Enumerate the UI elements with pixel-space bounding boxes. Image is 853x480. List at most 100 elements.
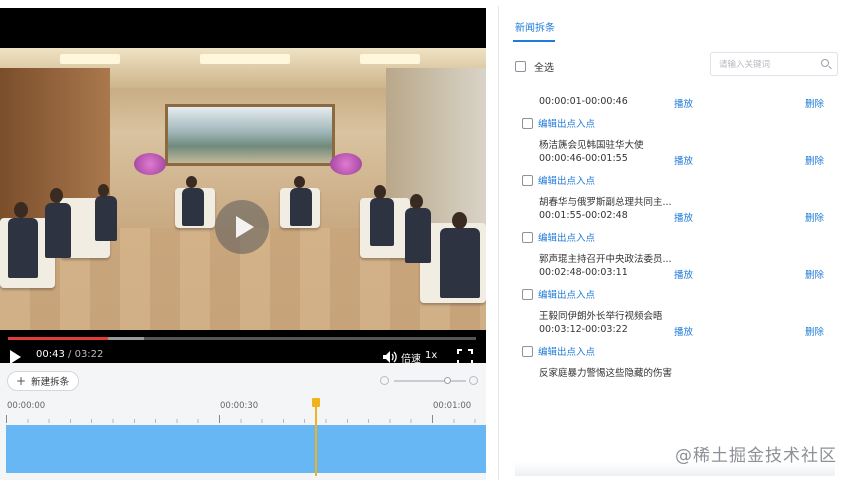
fullscreen-icon[interactable] <box>457 349 473 363</box>
clip-play-button[interactable]: 播放 <box>674 267 693 281</box>
clip-track[interactable] <box>6 425 486 473</box>
tick-label: 00:01:00 <box>433 401 472 411</box>
landscape-painting <box>165 104 335 166</box>
duration: 03:22 <box>74 349 104 360</box>
clip-delete-button[interactable]: 删除 <box>805 324 824 338</box>
clip-list: 00:00:01-00:00:46 播放 删除 编辑出点入点 杨洁篪会见韩国驻华… <box>499 94 851 399</box>
select-all-label: 全选 <box>534 63 554 74</box>
volume-icon[interactable] <box>382 350 398 363</box>
clip-checkbox[interactable] <box>522 231 533 243</box>
clip-edit-link[interactable]: 编辑出点入点 <box>538 287 595 301</box>
clip-delete-button[interactable]: 删除 <box>805 153 824 167</box>
minor-ticks <box>6 419 486 423</box>
clip-checkbox[interactable] <box>522 288 533 300</box>
timeline-panel: + 新建拆条 00:00:00 00:00:30 00:01:00 <box>0 363 486 480</box>
person-head <box>410 194 423 209</box>
person-head <box>294 176 305 188</box>
person-head <box>186 176 197 188</box>
active-tab-indicator <box>513 40 555 42</box>
person <box>182 188 204 226</box>
checkbox[interactable] <box>515 61 526 72</box>
new-clip-button[interactable]: + 新建拆条 <box>7 371 80 391</box>
person-head <box>452 212 467 229</box>
current-time: 00:43 <box>36 349 65 360</box>
tab-news-clips[interactable]: 新闻拆条 <box>515 19 555 34</box>
clip-title: 反家庭暴力警惕这些隐藏的伤害 <box>539 368 673 379</box>
zoom-track[interactable] <box>394 380 466 382</box>
person <box>8 218 38 278</box>
time-separator: / <box>68 349 72 360</box>
tick-label: 00:00:00 <box>7 401 46 411</box>
watermark: @稀土掘金技术社区 <box>675 446 837 466</box>
video-player[interactable]: 00:43 / 03:22 倍速 1x <box>0 8 486 363</box>
clip-title: 杨洁篪会见韩国驻华大使 <box>539 140 644 151</box>
ceiling-light <box>200 54 290 64</box>
clip-title: 胡春华与俄罗斯副总理共同主... <box>539 197 672 208</box>
flower-arrangement <box>134 153 166 175</box>
clip-checkbox[interactable] <box>522 117 533 129</box>
timeline-ruler[interactable]: 00:00:00 00:00:30 00:01:00 <box>0 399 486 423</box>
person <box>440 228 480 298</box>
person <box>405 208 431 263</box>
zoom-knob[interactable] <box>444 377 451 384</box>
clip-range: 00:01:55-00:02:48 <box>539 210 628 221</box>
playhead[interactable] <box>315 406 317 476</box>
person <box>370 198 394 246</box>
clip-edit-link[interactable]: 编辑出点入点 <box>538 173 595 187</box>
new-clip-label: 新建拆条 <box>31 377 70 388</box>
person <box>95 196 117 241</box>
select-all-checkbox[interactable]: 全选 <box>515 59 554 74</box>
editor-left-pane: 00:43 / 03:22 倍速 1x + 新建拆条 00:00:00 00:0… <box>0 0 486 480</box>
progress-played <box>8 337 108 340</box>
person-head <box>98 184 109 197</box>
clip-delete-button[interactable]: 删除 <box>805 210 824 224</box>
flower-arrangement <box>330 153 362 175</box>
major-tick <box>6 415 7 423</box>
player-controls: 00:43 / 03:22 倍速 1x <box>0 330 486 363</box>
major-tick <box>219 415 220 423</box>
clip-edit-row[interactable]: 编辑出点入点 <box>522 116 595 130</box>
clip-edit-row[interactable]: 编辑出点入点 <box>522 230 595 244</box>
clip-play-button[interactable]: 播放 <box>674 210 693 224</box>
zoom-out-icon[interactable] <box>380 376 389 385</box>
clip-title: 王毅同伊朗外长举行视频会晤 <box>539 311 663 322</box>
search-icon[interactable] <box>821 59 829 67</box>
person-head <box>374 185 386 199</box>
clip-checkbox[interactable] <box>522 345 533 357</box>
big-play-button[interactable] <box>215 200 269 254</box>
clip-edit-row[interactable]: 编辑出点入点 <box>522 173 595 187</box>
time-display: 00:43 / 03:22 <box>36 349 103 360</box>
zoom-in-icon[interactable] <box>469 376 478 385</box>
person-head <box>14 202 28 218</box>
search-box[interactable] <box>710 52 838 76</box>
major-tick <box>432 415 433 423</box>
clip-edit-link[interactable]: 编辑出点入点 <box>538 230 595 244</box>
search-input[interactable] <box>719 57 819 72</box>
clip-range: 00:03:12-00:03:22 <box>539 324 628 335</box>
zoom-slider[interactable] <box>380 375 480 387</box>
ceiling-light <box>60 54 120 64</box>
clip-range: 00:02:48-00:03:11 <box>539 267 628 278</box>
ceiling-light <box>360 54 420 64</box>
speed-button[interactable]: 倍速 <box>401 350 421 363</box>
clip-range: 00:00:01-00:00:46 <box>539 96 628 107</box>
clip-delete-button[interactable]: 删除 <box>805 96 824 110</box>
plus-icon: + <box>16 374 27 388</box>
clip-edit-row[interactable]: 编辑出点入点 <box>522 344 595 358</box>
clip-play-button[interactable]: 播放 <box>674 324 693 338</box>
clip-delete-button[interactable]: 删除 <box>805 267 824 281</box>
play-icon <box>235 216 254 238</box>
person <box>45 203 71 258</box>
clip-play-button[interactable]: 播放 <box>674 153 693 167</box>
tick-label: 00:00:30 <box>220 401 259 411</box>
clip-edit-row[interactable]: 编辑出点入点 <box>522 287 595 301</box>
video-frame[interactable] <box>0 48 486 330</box>
clip-edit-link[interactable]: 编辑出点入点 <box>538 116 595 130</box>
play-button[interactable] <box>10 350 21 363</box>
clip-checkbox[interactable] <box>522 174 533 186</box>
progress-bar[interactable] <box>8 337 476 340</box>
clip-title: 郭声琨主持召开中央政法委员... <box>539 254 672 265</box>
playback-rate[interactable]: 1x <box>425 350 437 361</box>
clip-play-button[interactable]: 播放 <box>674 96 693 110</box>
clip-edit-link[interactable]: 编辑出点入点 <box>538 344 595 358</box>
